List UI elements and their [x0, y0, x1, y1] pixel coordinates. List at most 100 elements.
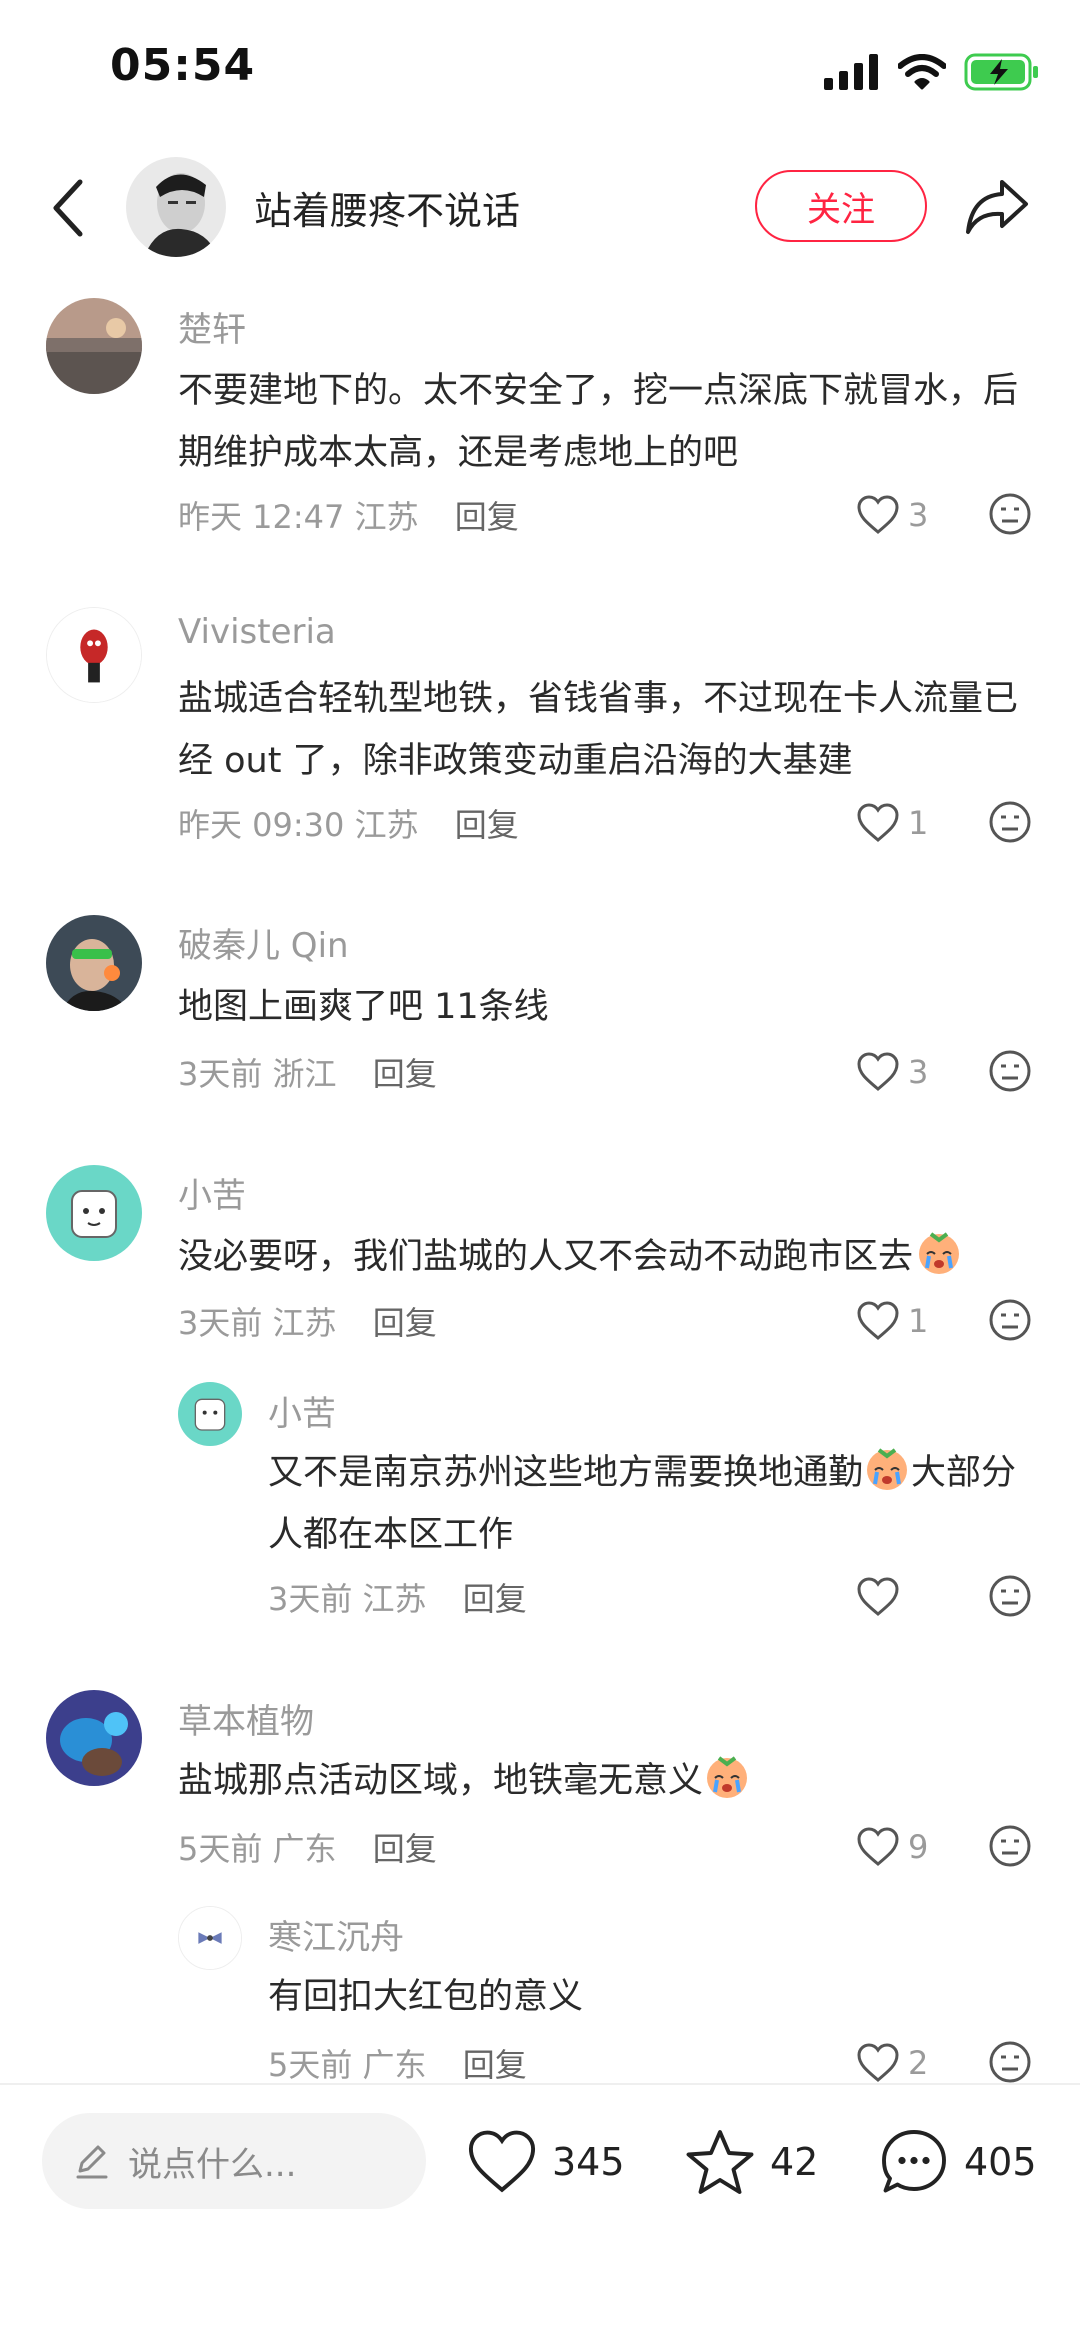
comment-input[interactable]: 说点什么...	[42, 2113, 426, 2209]
like-button[interactable]: 2	[856, 2038, 928, 2088]
reply-button[interactable]: 回复	[463, 1580, 527, 1618]
heart-icon	[857, 1827, 899, 1866]
comment-time: 3天前	[178, 1055, 263, 1093]
signal-icon	[824, 54, 878, 90]
back-button[interactable]	[40, 170, 96, 246]
like-button[interactable]	[856, 1572, 908, 1622]
comment-text[interactable]: 盐城适合轻轨型地铁，省钱省事，不过现在卡人流量已经 out 了，除非政策变动重启…	[178, 668, 1038, 792]
pencil-icon	[76, 2145, 108, 2179]
heart-icon	[857, 1052, 899, 1091]
heart-icon	[857, 1301, 899, 1340]
comment-region: 浙江	[272, 1055, 337, 1093]
star-icon	[686, 2130, 754, 2194]
comment-meta: 昨天 12:47 江苏 回复	[178, 492, 519, 538]
commenter-avatar[interactable]	[46, 607, 142, 703]
comment-text[interactable]: 地图上画爽了吧 11条线	[178, 976, 1018, 1038]
crying-emoji-icon	[867, 1448, 908, 1490]
comment-text-content: 盐城那点活动区域，地铁毫无意义	[178, 1761, 704, 1801]
like-count: 1	[908, 1302, 929, 1340]
commenter-name[interactable]: 小苦	[178, 1168, 246, 1217]
commenter-avatar[interactable]	[46, 1690, 142, 1786]
post-comment-button[interactable]: 405	[878, 2122, 1037, 2202]
crying-emoji-icon	[707, 1756, 748, 1798]
reply-button[interactable]: 回复	[463, 2046, 527, 2084]
post-favorite-button[interactable]: 42	[684, 2122, 818, 2202]
emoji-reaction-icon[interactable]	[988, 2040, 1032, 2084]
like-count: 3	[908, 1053, 929, 1091]
commenter-avatar[interactable]	[178, 1382, 242, 1446]
heart-icon	[468, 2130, 536, 2193]
comment-text[interactable]: 没必要呀，我们盐城的人又不会动不动跑市区去	[178, 1226, 1038, 1288]
like-button[interactable]: 1	[856, 1296, 928, 1346]
comment-meta: 3天前 浙江 回复	[178, 1049, 437, 1095]
emoji-reaction-icon[interactable]	[988, 1574, 1032, 1618]
status-icons	[824, 48, 1040, 96]
comment-meta: 5天前 广东 回复	[268, 2040, 527, 2086]
commenter-name[interactable]: 草本植物	[178, 1694, 314, 1743]
like-count: 9	[908, 1828, 929, 1866]
commenter-avatar[interactable]	[46, 1165, 142, 1261]
comment-text[interactable]: 盐城那点活动区域，地铁毫无意义	[178, 1750, 1018, 1812]
comment-text-part-a: 又不是南京苏州这些地方需要换地通勤	[268, 1453, 864, 1493]
heart-icon	[857, 803, 899, 842]
comment-region: 江苏	[354, 806, 419, 844]
commenter-name[interactable]: 寒江沉舟	[268, 1910, 404, 1959]
comment-meta: 3天前 江苏 回复	[268, 1574, 527, 1620]
commenter-avatar[interactable]	[46, 298, 142, 394]
comment-meta: 昨天 09:30 江苏 回复	[178, 800, 519, 846]
post-like-button[interactable]: 345	[466, 2122, 625, 2202]
reply-button[interactable]: 回复	[455, 498, 519, 536]
status-time: 05:54	[110, 40, 256, 91]
commenter-avatar[interactable]	[178, 1906, 242, 1970]
comment-meta: 3天前 江苏 回复	[178, 1298, 437, 1344]
reply-button[interactable]: 回复	[455, 806, 519, 844]
like-count: 1	[908, 804, 929, 842]
comment-region: 江苏	[272, 1304, 337, 1342]
comment-time: 昨天 12:47	[178, 498, 345, 536]
emoji-reaction-icon[interactable]	[988, 492, 1032, 536]
share-button[interactable]	[964, 176, 1030, 236]
comment-text[interactable]: 不要建地下的。太不安全了，挖一点深底下就冒水，后期维护成本太高，还是考虑地上的吧	[178, 360, 1018, 484]
comment-input-placeholder: 说点什么...	[128, 2144, 297, 2185]
comment-time: 5天前	[178, 1830, 263, 1868]
bottom-divider	[0, 2083, 1080, 2085]
author-avatar[interactable]	[126, 157, 226, 257]
battery-charging-icon	[964, 53, 1038, 91]
post-comment-count: 405	[964, 2140, 1037, 2184]
comment-text-content: 没必要呀，我们盐城的人又不会动不动跑市区去	[178, 1237, 914, 1277]
heart-icon	[857, 495, 899, 534]
like-button[interactable]: 9	[856, 1822, 928, 1872]
comment-time: 5天前	[268, 2046, 353, 2084]
comment-text[interactable]: 有回扣大红包的意义	[268, 1966, 1038, 2028]
emoji-reaction-icon[interactable]	[988, 800, 1032, 844]
reply-button[interactable]: 回复	[373, 1830, 437, 1868]
comment-region: 广东	[272, 1830, 337, 1868]
like-count: 2	[908, 2044, 929, 2082]
comment-text[interactable]: 又不是南京苏州这些地方需要换地通勤 大部分人都在本区工作	[268, 1442, 1038, 1566]
like-button[interactable]: 3	[856, 1047, 928, 1097]
share-icon	[966, 180, 1028, 234]
commenter-name[interactable]: 楚轩	[178, 302, 246, 351]
reply-button[interactable]: 回复	[373, 1055, 437, 1093]
emoji-reaction-icon[interactable]	[988, 1298, 1032, 1342]
post-favorite-count: 42	[770, 2140, 819, 2184]
comment-region: 江苏	[354, 498, 419, 536]
commenter-avatar[interactable]	[46, 915, 142, 1011]
comment-meta: 5天前 广东 回复	[178, 1824, 437, 1870]
follow-button[interactable]: 关注	[755, 170, 927, 242]
commenter-name[interactable]: 小苦	[268, 1386, 336, 1435]
crying-emoji-icon	[919, 1232, 960, 1274]
chat-bubble-icon	[882, 2130, 946, 2193]
like-button[interactable]: 1	[856, 798, 928, 848]
emoji-reaction-icon[interactable]	[988, 1824, 1032, 1868]
heart-icon	[857, 1577, 899, 1616]
comment-region: 江苏	[362, 1580, 427, 1618]
reply-button[interactable]: 回复	[373, 1304, 437, 1342]
commenter-name[interactable]: 破秦儿 Qin	[178, 918, 349, 967]
like-button[interactable]: 3	[856, 490, 928, 540]
emoji-reaction-icon[interactable]	[988, 1049, 1032, 1093]
heart-icon	[857, 2043, 899, 2082]
author-name[interactable]: 站着腰疼不说话	[254, 180, 520, 235]
like-count: 3	[908, 496, 929, 534]
commenter-name[interactable]: Vivisteria	[178, 612, 336, 652]
